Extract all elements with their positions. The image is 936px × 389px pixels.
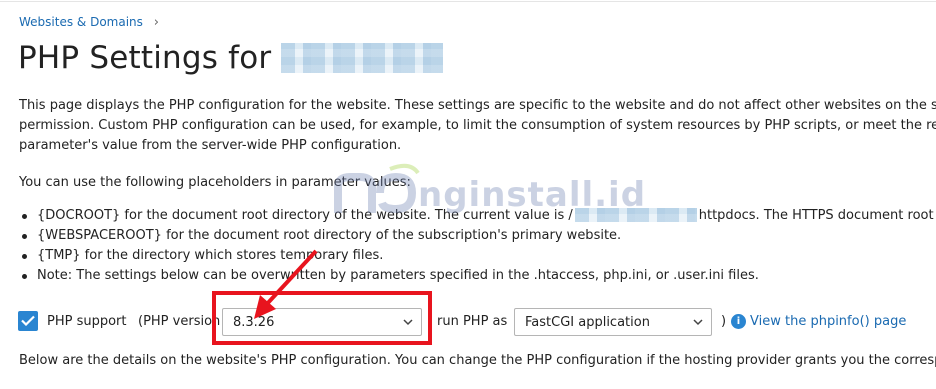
intro-line-1: This page displays the PHP configuration… <box>19 98 936 113</box>
php-support-checkbox[interactable] <box>18 311 38 331</box>
list-item-note: Note: The settings below can be overwrit… <box>19 266 936 286</box>
intro-line-3: parameter's value from the server-wide P… <box>19 138 402 153</box>
list-item-docroot: {DOCROOT} for the document root director… <box>19 206 936 226</box>
php-settings-page: Websites & Domains › PHP Settings for Th… <box>0 0 936 389</box>
docroot-text-suffix: httpdocs. The HTTPS document root d <box>698 208 936 223</box>
details-paragraph: Below are the details on the website's P… <box>19 353 936 368</box>
breadcrumb-link-websites-domains[interactable]: Websites & Domains <box>19 15 143 29</box>
php-support-label: PHP support <box>47 314 127 329</box>
list-item-tmp: {TMP} for the directory which stores tem… <box>19 246 936 266</box>
view-phpinfo-link[interactable]: View the phpinfo() page <box>750 314 906 329</box>
breadcrumb: Websites & Domains › <box>19 15 159 30</box>
docroot-text-prefix: {DOCROOT} for the document root director… <box>37 208 573 223</box>
top-divider <box>0 1 936 2</box>
php-handler-value: FastCGI application <box>525 315 650 330</box>
php-support-row: PHP support (PHP version 8.3.26 run PHP … <box>18 291 936 345</box>
checkmark-icon <box>21 315 35 326</box>
intro-paragraph: This page displays the PHP configuration… <box>19 96 936 156</box>
list-item-webspaceroot: {WEBSPACEROOT} for the document root dir… <box>19 226 936 246</box>
breadcrumb-chevron-icon: › <box>153 15 159 30</box>
php-handler-select[interactable]: FastCGI application <box>514 308 712 336</box>
placeholders-list: {DOCROOT} for the document root director… <box>19 206 936 286</box>
redacted-path <box>574 207 697 222</box>
placeholders-heading: You can use the following placeholders i… <box>19 175 411 190</box>
close-paren: ) <box>721 314 727 329</box>
redacted-domain-name <box>281 42 444 73</box>
page-title: PHP Settings for <box>18 40 444 76</box>
page-title-text: PHP Settings for <box>18 40 272 76</box>
highlight-annotation-box <box>212 291 432 345</box>
chevron-down-icon <box>693 319 703 326</box>
php-version-prefix: (PHP version <box>138 314 221 329</box>
run-php-as-label: run PHP as <box>437 314 508 329</box>
intro-line-2: permission. Custom PHP configuration can… <box>19 118 936 133</box>
info-icon: i <box>731 314 746 329</box>
